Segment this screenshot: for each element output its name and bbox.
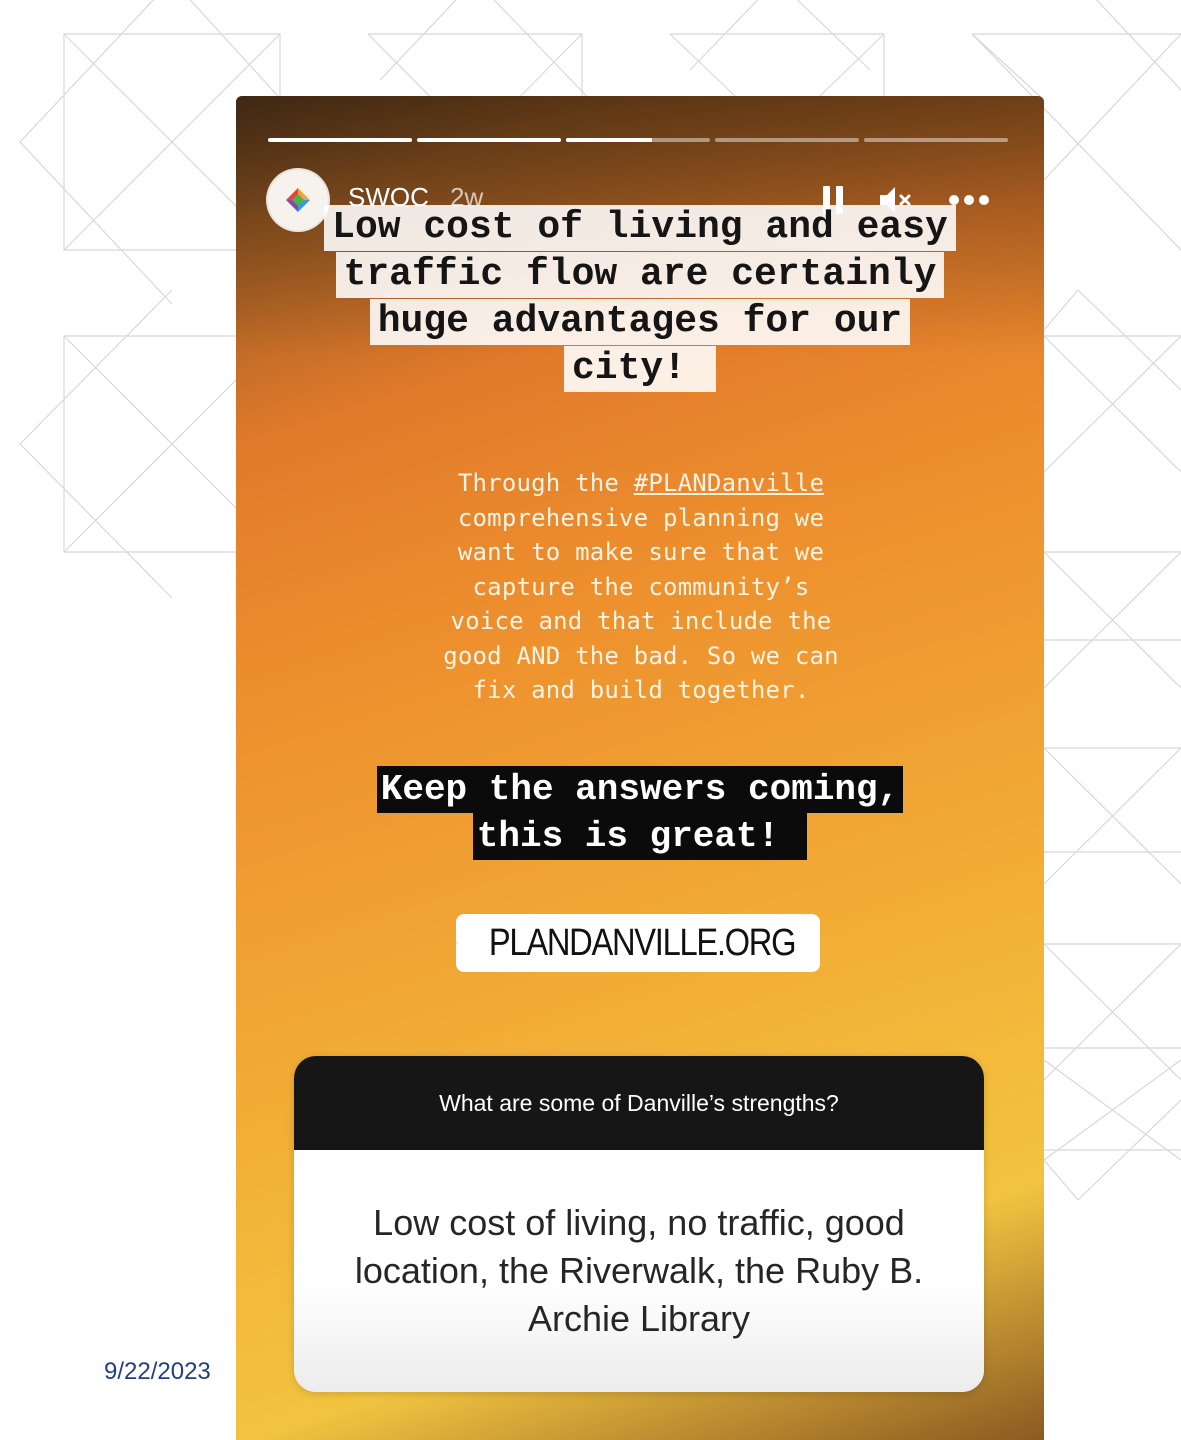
link-sticker[interactable]: PLANDANVILLE.ORG <box>456 914 820 972</box>
progress-segment <box>268 138 412 142</box>
story-progress-bar <box>268 138 1008 142</box>
body-line: fix and build together. <box>472 676 810 704</box>
hashtag-link[interactable]: #PLANDanville <box>634 469 824 497</box>
body-line: voice and that include the <box>450 607 832 635</box>
headline-line: city! <box>563 346 717 392</box>
instagram-story[interactable]: SWOC 2w Low cost of living and easy traf… <box>236 96 1044 1440</box>
body-line: good AND the bad. So we can <box>443 641 839 670</box>
headline-line: Low cost of living and easy <box>324 205 956 251</box>
progress-segment <box>864 138 1008 142</box>
headline-line: traffic flow are certainly <box>335 252 945 298</box>
body-line-prefix: Through the <box>457 469 634 497</box>
progress-segment <box>566 138 710 142</box>
progress-segment <box>715 138 859 142</box>
progress-fill <box>566 138 653 142</box>
cta-line: this is great! <box>472 813 808 860</box>
question-sticker[interactable]: What are some of Danville’s strengths? L… <box>294 1056 984 1392</box>
body-line: want to make sure that we <box>457 538 825 566</box>
cta-line: Keep the answers coming, <box>376 766 904 813</box>
body-line: comprehensive planning we <box>457 503 825 532</box>
link-icon <box>456 942 458 944</box>
link-label: PLANDANVILLE.ORG <box>488 921 797 964</box>
question-answer: Low cost of living, no traffic, good loc… <box>294 1150 984 1392</box>
body-line: capture the community’s <box>472 572 810 601</box>
call-to-action: Keep the answers coming, this is great! <box>290 766 990 860</box>
progress-segment <box>417 138 561 142</box>
progress-fill <box>268 138 412 142</box>
question-prompt: What are some of Danville’s strengths? <box>294 1056 984 1150</box>
story-body-text: Through the #PLANDanville comprehensive … <box>386 466 896 708</box>
story-headline: Low cost of living and easy traffic flow… <box>276 204 1004 392</box>
slide-date: 9/22/2023 <box>104 1358 211 1385</box>
headline-line: huge advantages for our <box>369 299 911 345</box>
progress-fill <box>417 138 561 142</box>
